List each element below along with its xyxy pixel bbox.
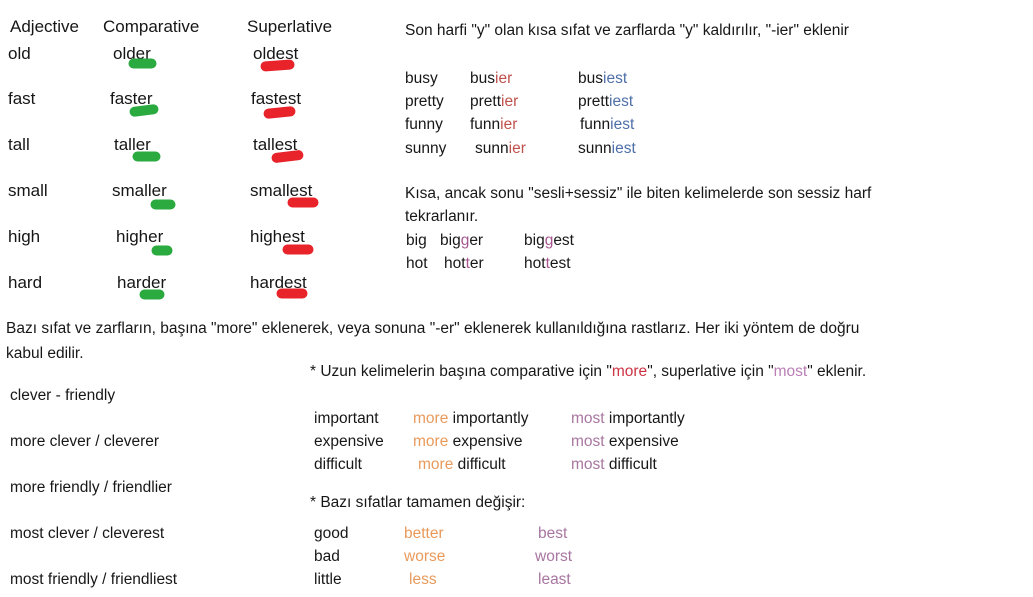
comparative-highlight-mark <box>152 246 172 255</box>
paragraph-line-2: kabul edilir. <box>6 345 84 362</box>
irregular-base: bad <box>314 548 340 565</box>
y-rule-comparative: sunnier <box>475 140 526 157</box>
doubling-superlative: hottest <box>524 255 571 272</box>
long-word-comparative: more expensive <box>413 433 523 450</box>
adjective-superlative: highest <box>250 227 305 246</box>
long-word-base: important <box>314 410 379 427</box>
y-rule-base: funny <box>405 116 443 133</box>
y-rule-comparative: funnier <box>470 116 518 133</box>
irregular-comparative: less <box>409 571 437 588</box>
adjective-base: old <box>8 44 31 63</box>
y-rule-base: busy <box>405 70 438 87</box>
column-header-superlative: Superlative <box>247 17 333 36</box>
doubling-superlative: biggest <box>524 232 574 249</box>
doubling-base: big <box>406 232 427 249</box>
long-word-comparative: more difficult <box>418 456 506 473</box>
y-rule-superlative: prettiest <box>578 93 634 110</box>
superlative-highlight-mark <box>260 59 295 72</box>
irregular-comparative: better <box>404 525 444 542</box>
comparative-highlight-mark <box>151 200 175 209</box>
doubling-base: hot <box>406 255 428 272</box>
list-item: more clever / cleverer <box>10 433 160 450</box>
comparative-highlight-mark <box>129 59 156 68</box>
list-item: more friendly / friendlier <box>10 479 172 496</box>
adjective-base: hard <box>8 273 43 292</box>
adjective-comparative: smaller <box>112 181 167 200</box>
y-rule-base: pretty <box>405 93 444 110</box>
column-header-adjective: Adjective <box>10 17 79 36</box>
superlative-highlight-mark <box>277 289 307 298</box>
y-rule-base: sunny <box>405 140 447 157</box>
inline-more-keyword: more <box>611 363 648 380</box>
adjective-superlative: fastest <box>251 89 302 108</box>
list-item: most friendly / friendliest <box>10 571 178 588</box>
irregular-heading: * Bazı sıfatlar tamamen değişir: <box>310 494 526 511</box>
adjective-comparative: higher <box>116 227 164 246</box>
long-word-comparative: more importantly <box>413 410 529 427</box>
y-rule-heading: Son harfi "y" olan kısa sıfat ve zarflar… <box>405 22 849 39</box>
irregular-superlative: best <box>538 525 568 542</box>
superlative-highlight-mark <box>263 106 296 119</box>
adjective-base: tall <box>8 135 30 154</box>
y-rule-superlative: sunniest <box>578 140 636 157</box>
long-word-base: expensive <box>314 433 384 450</box>
comparative-highlight-mark <box>133 152 160 161</box>
y-rule-comparative: busier <box>470 70 513 87</box>
y-rule-comparative: prettier <box>470 93 519 110</box>
y-rule-superlative: busiest <box>578 70 628 87</box>
paragraph-line-1: Bazı sıfat ve zarfların, başına "more" e… <box>6 320 860 337</box>
adjective-base: fast <box>8 89 36 108</box>
list-item: most clever / cleverest <box>10 525 165 542</box>
long-word-superlative: most importantly <box>571 410 685 427</box>
long-word-note: * Uzun kelimelerin başına comparative iç… <box>310 363 867 380</box>
superlative-highlight-mark <box>283 245 313 254</box>
irregular-base: little <box>314 571 342 588</box>
doubling-comparative: bigger <box>440 232 484 249</box>
inline-most-keyword: most <box>773 363 808 380</box>
y-rule-superlative: funniest <box>580 116 635 133</box>
long-word-base: difficult <box>314 456 362 473</box>
doubling-rule-heading-line2: tekrarlanır. <box>405 208 479 225</box>
irregular-comparative: worse <box>404 548 446 565</box>
doubling-comparative: hotter <box>444 255 484 272</box>
long-word-superlative: most expensive <box>571 433 679 450</box>
irregular-superlative: least <box>538 571 571 588</box>
long-word-superlative: most difficult <box>571 456 657 473</box>
comparative-highlight-mark <box>140 290 164 299</box>
superlative-highlight-mark <box>288 198 318 207</box>
adjective-base: high <box>8 227 41 246</box>
irregular-base: good <box>314 525 349 542</box>
irregular-superlative: worst <box>535 548 573 565</box>
doubling-rule-heading-line1: Kısa, ancak sonu "sesli+sessiz" ile bite… <box>405 185 872 202</box>
adjective-base: small <box>8 181 48 200</box>
comparative-highlight-mark <box>129 104 159 117</box>
list-item: clever - friendly <box>10 387 116 404</box>
column-header-comparative: Comparative <box>103 17 200 36</box>
